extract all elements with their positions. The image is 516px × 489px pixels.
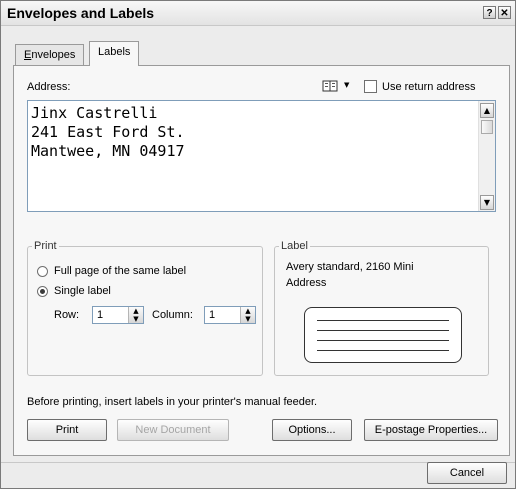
help-button[interactable]: ? — [483, 6, 496, 19]
title-bar[interactable]: Envelopes and Labels ? ✕ — [1, 1, 515, 26]
address-line-1: Jinx Castrelli — [31, 104, 158, 122]
epostage-properties-button[interactable]: E-postage Properties... — [364, 419, 498, 441]
close-button[interactable]: ✕ — [498, 6, 511, 19]
address-label: Address: — [27, 81, 71, 93]
column-value: 1 — [209, 309, 216, 321]
address-book-icon[interactable] — [322, 80, 338, 92]
address-line-2: 241 East Ford St. — [31, 123, 185, 141]
new-document-button[interactable]: New Document — [117, 419, 229, 441]
scroll-thumb[interactable] — [481, 120, 493, 134]
use-return-address-label[interactable]: Use return address — [382, 81, 476, 93]
envelopes-labels-dialog: Envelopes and Labels ? ✕ Envelopes Label… — [0, 0, 516, 489]
use-return-address-checkbox[interactable] — [364, 80, 377, 93]
tab-labels-label: Labels — [98, 46, 131, 58]
row-label: Row: — [54, 309, 80, 321]
labels-tab-panel: Address: ▼ Use return address Jinx Castr… — [13, 65, 510, 456]
single-label-label[interactable]: Single label — [54, 285, 111, 297]
label-type-line-2[interactable]: Address — [286, 277, 326, 289]
scroll-down-button[interactable]: ▼ — [480, 195, 494, 210]
single-label-radio[interactable] — [37, 286, 48, 297]
row-stepper[interactable]: 1 ▲ ▼ — [92, 306, 144, 324]
column-stepper[interactable]: 1 ▲ ▼ — [204, 306, 256, 324]
options-button[interactable]: Options... — [272, 419, 352, 441]
tab-envelopes-rest: nvelopes — [31, 49, 76, 61]
label-preview-image[interactable] — [304, 307, 462, 363]
address-book-dropdown-icon[interactable]: ▼ — [344, 81, 349, 89]
label-group: Label Avery standard, 2160 Mini Address — [274, 240, 489, 376]
address-textarea[interactable]: Jinx Castrelli 241 East Ford St. Mantwee… — [27, 100, 496, 212]
cancel-button[interactable]: Cancel — [427, 462, 507, 484]
manual-feed-info: Before printing, insert labels in your p… — [27, 396, 318, 408]
address-scrollbar[interactable]: ▲ ▼ — [478, 101, 495, 211]
print-group-legend: Print — [32, 240, 59, 252]
tab-envelopes[interactable]: Envelopes — [15, 44, 85, 65]
address-line-3: Mantwee, MN 04917 — [31, 142, 185, 160]
label-group-legend: Label — [279, 240, 310, 252]
column-spin-arrows[interactable]: ▲ ▼ — [240, 307, 255, 323]
print-group: Print Full page of the same label Single… — [27, 240, 263, 376]
column-label: Column: — [152, 309, 193, 321]
full-page-label[interactable]: Full page of the same label — [54, 265, 186, 277]
tab-labels[interactable]: Labels — [89, 41, 140, 66]
label-type-line-1[interactable]: Avery standard, 2160 Mini — [286, 261, 414, 273]
print-button[interactable]: Print — [27, 419, 107, 441]
row-value: 1 — [97, 309, 104, 321]
dialog-title: Envelopes and Labels — [7, 5, 155, 21]
full-page-radio[interactable] — [37, 266, 48, 277]
scroll-up-button[interactable]: ▲ — [480, 103, 494, 118]
row-spin-arrows[interactable]: ▲ ▼ — [128, 307, 143, 323]
